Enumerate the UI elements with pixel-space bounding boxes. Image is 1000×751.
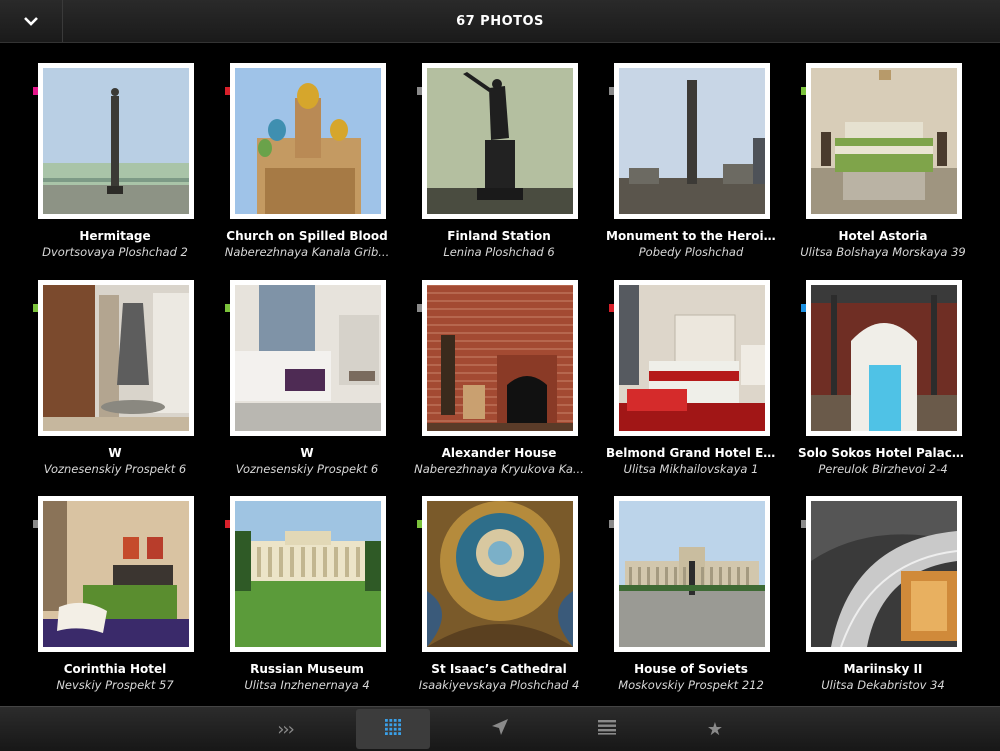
- photo-address: Naberezhnaya Kanala Grib...: [224, 245, 390, 259]
- photo-image: [811, 285, 957, 431]
- photo-thumbnail[interactable]: [806, 63, 962, 219]
- photo-thumbnail[interactable]: [422, 496, 578, 652]
- photo-address: Isaakiyevskaya Ploshchad 4: [418, 678, 580, 692]
- photo-image: [235, 68, 381, 214]
- photo-title: Alexander House: [441, 446, 557, 460]
- photo-title: Finland Station: [447, 229, 551, 243]
- photo-title: Belmond Grand Hotel Eu...: [606, 446, 776, 460]
- photo-image: [43, 501, 189, 647]
- photo-address: Dvortsovaya Ploshchad 2: [42, 245, 188, 259]
- photo-thumbnail[interactable]: [614, 280, 770, 436]
- photo-title: Hermitage: [79, 229, 151, 243]
- photo-image: [811, 68, 957, 214]
- top-bar: 67 PHOTOS: [0, 0, 1000, 43]
- photo-address: Nevskiy Prospekt 57: [56, 678, 174, 692]
- photo-title: Hotel Astoria: [838, 229, 928, 243]
- photo-address: Voznesenskiy Prospekt 6: [43, 462, 187, 476]
- photo-image: [235, 285, 381, 431]
- tab-favorites[interactable]: ★: [677, 709, 751, 749]
- photo-image: [619, 501, 765, 647]
- photo-title: Church on Spilled Blood: [226, 229, 388, 243]
- photo-thumbnail[interactable]: [806, 496, 962, 652]
- photo-image: [427, 68, 573, 214]
- photo-title: Mariinsky II: [843, 662, 923, 676]
- photo-image: [427, 284, 573, 431]
- grid-icon: [384, 718, 402, 741]
- photo-address: Ulitsa Mikhailovskaya 1: [623, 462, 759, 476]
- location-arrow-icon: [491, 718, 509, 741]
- photo-address: Ulitsa Dekabristov 34: [821, 678, 945, 692]
- collapse-button[interactable]: [0, 0, 63, 42]
- photo-thumbnail[interactable]: [230, 496, 386, 652]
- tab-nearby[interactable]: [463, 709, 537, 749]
- photo-image: [619, 285, 765, 431]
- photo-thumbnail[interactable]: [230, 280, 386, 436]
- photo-thumbnail[interactable]: [422, 63, 578, 219]
- photo-thumbnail[interactable]: [230, 63, 386, 219]
- photo-address: Naberezhnaya Kryukova Ka...: [414, 462, 584, 476]
- photo-address: Pereulok Birzhevoi 2-4: [818, 462, 948, 476]
- photo-thumbnail[interactable]: [614, 63, 770, 219]
- photo-title: House of Soviets: [634, 662, 748, 676]
- star-icon: ★: [706, 718, 723, 740]
- tab-browse[interactable]: ›››: [248, 709, 322, 749]
- photo-thumbnail[interactable]: [38, 496, 194, 652]
- photo-image: [43, 68, 189, 214]
- list-icon: [598, 719, 616, 740]
- photo-thumbnail[interactable]: [422, 280, 578, 436]
- photo-thumbnail[interactable]: [806, 280, 962, 436]
- photo-thumbnail[interactable]: [38, 63, 194, 219]
- photo-address: Voznesenskiy Prospekt 6: [235, 462, 379, 476]
- photo-address: Ulitsa Bolshaya Morskaya 39: [800, 245, 966, 259]
- photo-address: Lenina Ploshchad 6: [443, 245, 555, 259]
- page-title: 67 PHOTOS: [456, 13, 544, 29]
- chevron-down-icon: [24, 17, 38, 26]
- photo-image: [811, 501, 958, 648]
- photo-address: Pobedy Ploshchad: [638, 245, 744, 259]
- tab-list[interactable]: [570, 709, 644, 749]
- photo-address: Moskovskiy Prospekt 212: [618, 678, 764, 692]
- photo-title: W: [108, 446, 122, 460]
- photo-image: [619, 68, 765, 214]
- photo-title: Solo Sokos Hotel Palace...: [798, 446, 968, 460]
- photo-title: W: [300, 446, 314, 460]
- photo-thumbnail[interactable]: [38, 280, 194, 436]
- photo-thumbnail[interactable]: [614, 496, 770, 652]
- photo-title: Corinthia Hotel: [63, 662, 167, 676]
- photo-title: Russian Museum: [250, 662, 364, 676]
- photo-image: [235, 501, 381, 647]
- chevrons-icon: ›››: [277, 718, 295, 740]
- photo-title: Monument to the Heroic...: [606, 229, 776, 243]
- tab-grid[interactable]: [356, 709, 430, 749]
- photo-title: St Isaac’s Cathedral: [431, 662, 567, 676]
- bottom-tab-bar: ››› ★: [0, 706, 1000, 751]
- photo-image: [427, 501, 573, 647]
- photo-address: Ulitsa Inzhenernaya 4: [244, 678, 370, 692]
- photo-image: [43, 285, 189, 431]
